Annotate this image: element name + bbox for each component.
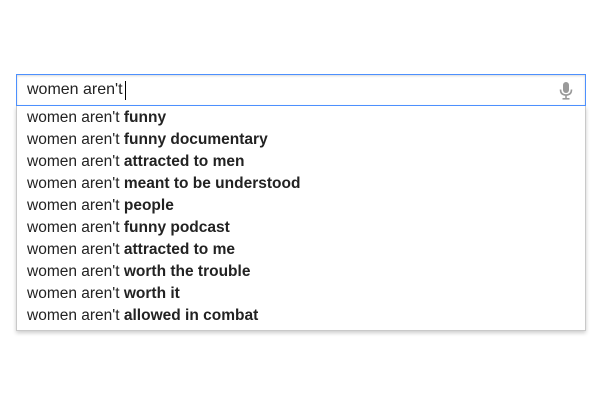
suggestion-prefix: women aren't — [27, 263, 124, 280]
search-input[interactable]: women aren't — [16, 74, 586, 106]
autocomplete-dropdown: women aren't funny women aren't funny do… — [16, 106, 586, 331]
suggestion-completion: funny podcast — [123, 219, 230, 236]
suggestion-completion: meant to be understood — [123, 175, 301, 192]
suggestion-prefix: women aren't — [27, 285, 124, 302]
suggestion-completion: attracted to me — [123, 241, 235, 258]
suggestion-prefix: women aren't — [27, 219, 124, 236]
microphone-icon[interactable] — [559, 82, 573, 100]
suggestion-item[interactable]: women aren't funny podcast — [17, 217, 585, 239]
search-query-text: women aren't — [27, 81, 123, 98]
suggestion-item[interactable]: women aren't people — [17, 195, 585, 217]
suggestion-prefix: women aren't — [27, 131, 124, 148]
suggestion-prefix: women aren't — [27, 175, 124, 192]
suggestion-completion: attracted to men — [123, 153, 245, 170]
suggestion-item[interactable]: women aren't funny documentary — [17, 129, 585, 151]
suggestion-completion: funny — [123, 109, 167, 126]
suggestion-completion: worth it — [123, 285, 180, 302]
suggestion-item[interactable]: women aren't allowed in combat — [17, 305, 585, 327]
suggestion-item[interactable]: women aren't attracted to men — [17, 151, 585, 173]
suggestion-completion: worth the trouble — [123, 263, 251, 280]
suggestion-item[interactable]: women aren't attracted to me — [17, 239, 585, 261]
suggestion-completion: funny documentary — [123, 131, 268, 148]
suggestion-completion: people — [123, 197, 174, 214]
suggestion-item[interactable]: women aren't worth it — [17, 283, 585, 305]
suggestion-item[interactable]: women aren't worth the trouble — [17, 261, 585, 283]
suggestion-completion: allowed in combat — [123, 307, 259, 324]
suggestion-prefix: women aren't — [27, 109, 124, 126]
search-widget: women aren't women aren't funny women ar… — [16, 74, 586, 331]
suggestion-item[interactable]: women aren't funny — [17, 107, 585, 129]
suggestion-prefix: women aren't — [27, 197, 124, 214]
suggestion-prefix: women aren't — [27, 241, 124, 258]
suggestion-prefix: women aren't — [27, 153, 124, 170]
suggestion-prefix: women aren't — [27, 307, 124, 324]
suggestion-item[interactable]: women aren't meant to be understood — [17, 173, 585, 195]
text-caret — [124, 80, 126, 100]
